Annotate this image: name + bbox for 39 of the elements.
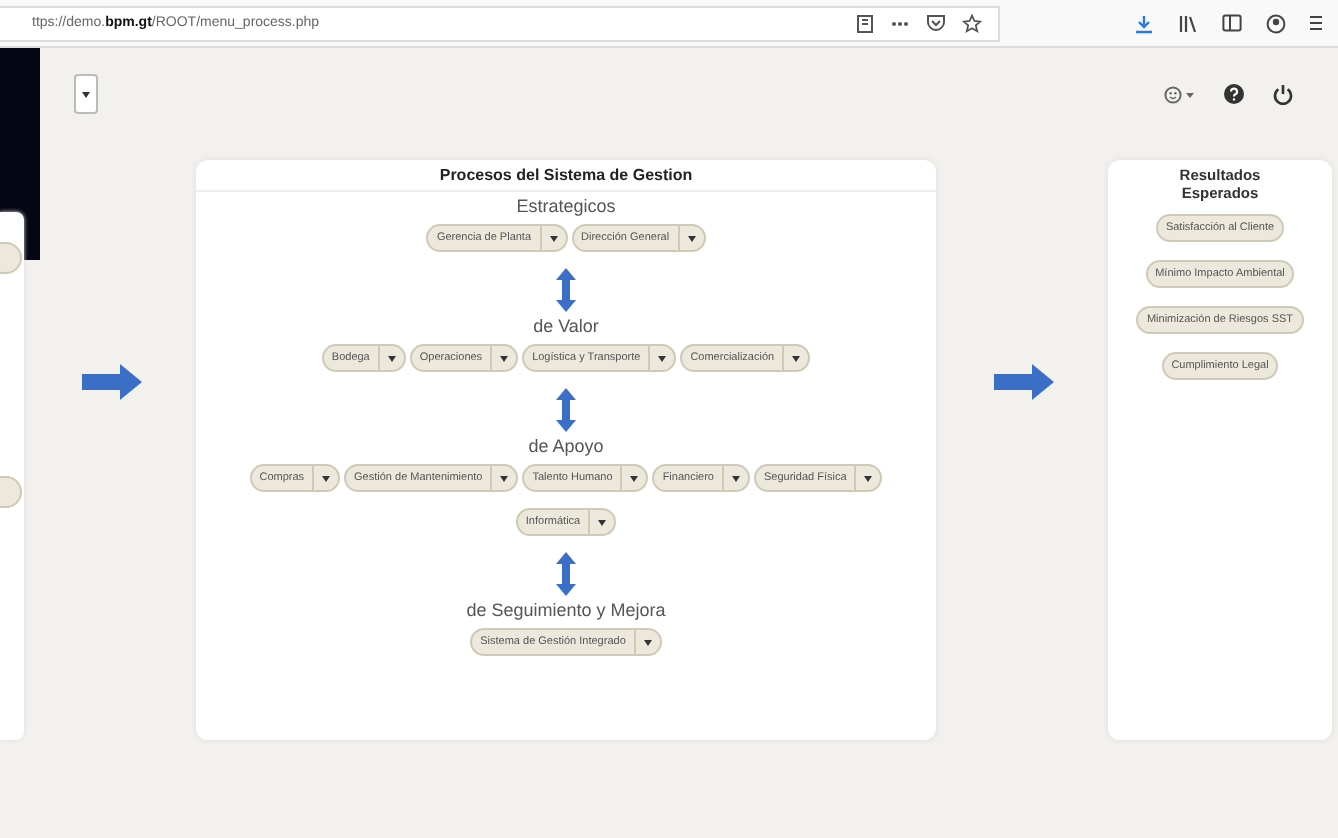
section-heading: Estrategicos: [516, 196, 616, 216]
section-heading: de Apoyo: [528, 436, 604, 456]
download-icon[interactable]: [1134, 13, 1154, 33]
power-icon[interactable]: [1272, 83, 1294, 105]
section-heading: de Seguimiento y Mejora: [466, 600, 666, 620]
sidebar-icon[interactable]: [1222, 14, 1242, 32]
caret-icon: [500, 355, 509, 361]
double-arrow-icon: [556, 388, 576, 432]
double-arrow-icon: [556, 268, 576, 312]
caret-icon: [387, 355, 396, 361]
double-arrow-icon: [556, 552, 576, 596]
star-icon[interactable]: [962, 13, 982, 33]
right-arrow-icon: [80, 364, 144, 400]
card-title: Procesos del Sistema de Gestion: [196, 160, 936, 192]
library-icon[interactable]: [1178, 13, 1198, 33]
account-icon[interactable]: [1266, 13, 1286, 33]
caret-icon: [598, 519, 607, 525]
menu-icon[interactable]: [1310, 14, 1322, 32]
caret-icon: [82, 91, 90, 97]
caret-icon: [864, 475, 873, 481]
help-icon[interactable]: [1224, 84, 1244, 104]
reader-view-icon[interactable]: [856, 13, 874, 33]
pocket-icon[interactable]: [926, 14, 946, 32]
caret-icon: [643, 639, 652, 645]
caret-icon: [322, 475, 331, 481]
chip-fragment: [0, 242, 22, 274]
dropdown-select[interactable]: [74, 74, 98, 114]
section-heading: de Valor: [533, 316, 599, 336]
chip-fragment: [0, 476, 22, 508]
right-arrow-icon: [992, 364, 1056, 400]
caret-icon: [792, 355, 801, 361]
more-icon[interactable]: [890, 19, 910, 27]
caret-icon: [732, 475, 740, 481]
smiley-icon[interactable]: [1164, 85, 1196, 103]
caret-icon: [630, 475, 639, 481]
caret-icon: [500, 475, 509, 481]
caret-icon: [549, 235, 558, 241]
caret-icon: [658, 355, 667, 361]
caret-icon: [687, 235, 696, 241]
